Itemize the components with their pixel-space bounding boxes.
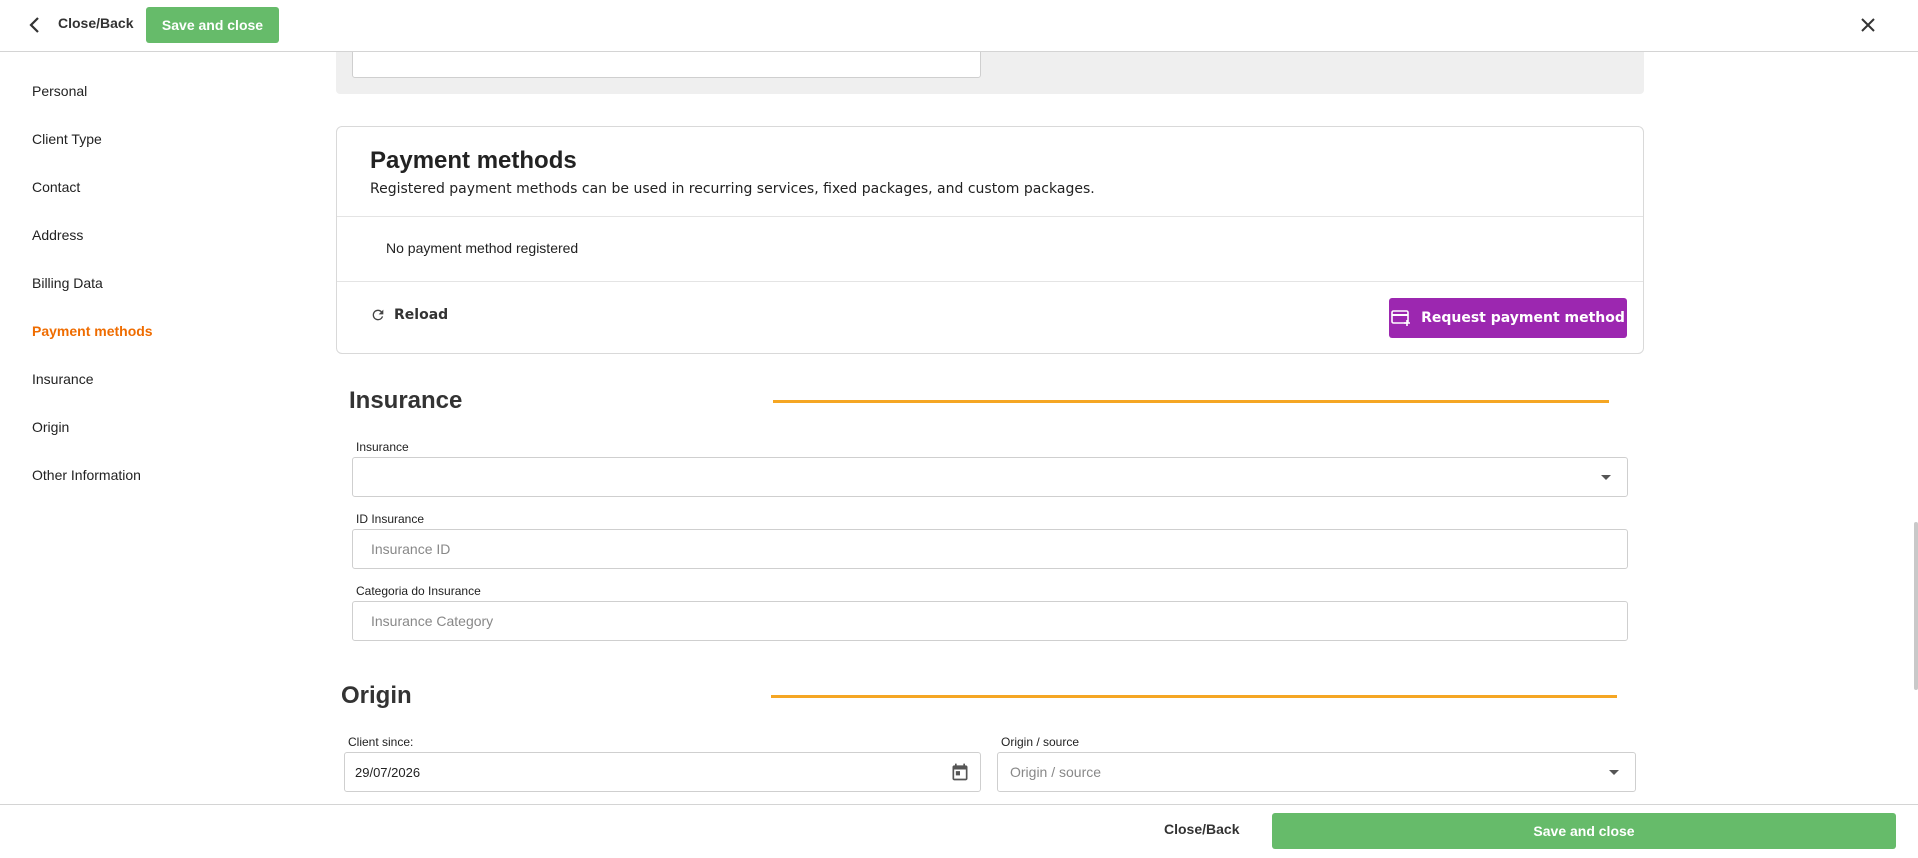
bottom-save-and-close-button[interactable]: Save and close	[1272, 813, 1896, 849]
bottom-close-back-button[interactable]: Close/Back	[1164, 821, 1239, 837]
bottom-bar: Close/Back Save and close	[0, 804, 1918, 858]
chevron-left-icon	[29, 17, 39, 33]
previous-section-input[interactable]	[352, 52, 981, 78]
refresh-icon	[372, 309, 384, 321]
insurance-category-label: Categoria do Insurance	[356, 584, 481, 598]
section-sidebar: Personal Client Type Contact Address Bil…	[0, 52, 320, 802]
origin-section-divider	[771, 695, 1617, 698]
origin-source-placeholder: Origin / source	[1010, 764, 1102, 780]
client-since-value: 29/07/2026	[355, 764, 421, 780]
top-bar: Close/Back Save and close	[0, 0, 1918, 52]
id-insurance-label: ID Insurance	[356, 512, 425, 526]
client-since-label: Client since:	[348, 735, 414, 749]
divider	[337, 281, 1643, 282]
insurance-section-divider	[773, 400, 1609, 403]
sidebar-item-other-information[interactable]: Other Information	[32, 467, 141, 483]
sidebar-item-personal[interactable]: Personal	[32, 83, 87, 99]
credit-card-add-icon	[1391, 310, 1411, 326]
reload-label: Reload	[394, 307, 449, 323]
divider	[337, 216, 1643, 217]
insurance-category-input[interactable]	[352, 601, 1628, 641]
request-payment-method-button[interactable]: Request payment method	[1389, 298, 1627, 338]
close-icon	[1861, 18, 1875, 32]
sidebar-item-address[interactable]: Address	[32, 227, 83, 243]
insurance-select[interactable]	[352, 457, 1628, 497]
calendar-icon[interactable]	[950, 762, 970, 782]
insurance-section-title: Insurance	[349, 387, 463, 414]
request-payment-method-label: Request payment method	[1421, 310, 1625, 326]
top-save-and-close-button[interactable]: Save and close	[146, 7, 279, 43]
payment-methods-description: Registered payment methods can be used i…	[370, 181, 1095, 197]
close-back-link[interactable]: Close/Back	[58, 15, 133, 31]
scrollbar-thumb[interactable]	[1914, 522, 1918, 690]
insurance-id-input[interactable]	[352, 529, 1628, 569]
back-button[interactable]	[22, 12, 48, 38]
origin-source-select[interactable]: Origin / source	[997, 752, 1636, 792]
sidebar-item-payment-methods[interactable]: Payment methods	[32, 323, 153, 339]
reload-button[interactable]: Reload	[370, 307, 448, 323]
chevron-down-icon	[1601, 475, 1611, 480]
sidebar-item-client-type[interactable]: Client Type	[32, 131, 102, 147]
origin-section-title: Origin	[341, 682, 412, 709]
main-content: Payment methods Registered payment metho…	[320, 52, 1918, 804]
sidebar-item-contact[interactable]: Contact	[32, 179, 80, 195]
origin-source-label: Origin / source	[1001, 735, 1080, 749]
sidebar-item-origin[interactable]: Origin	[32, 419, 69, 435]
sidebar-item-billing-data[interactable]: Billing Data	[32, 275, 103, 291]
sidebar-item-insurance[interactable]: Insurance	[32, 371, 93, 387]
client-since-date-input[interactable]: 29/07/2026	[344, 752, 981, 792]
chevron-down-icon	[1609, 770, 1619, 775]
insurance-label: Insurance	[356, 440, 409, 454]
close-button[interactable]	[1855, 12, 1881, 38]
payment-methods-card: Payment methods Registered payment metho…	[336, 126, 1644, 354]
payment-methods-title: Payment methods	[370, 147, 577, 174]
no-payment-method-text: No payment method registered	[386, 240, 579, 256]
